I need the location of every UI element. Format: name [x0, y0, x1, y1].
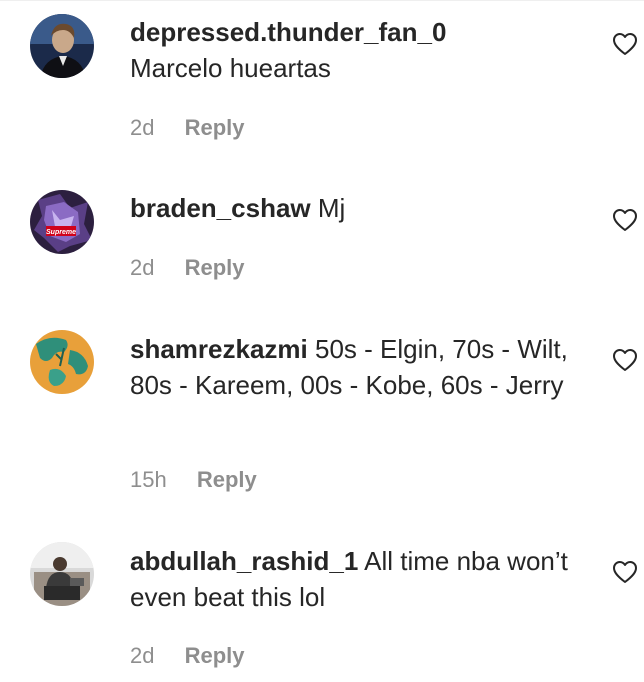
like-heart-icon[interactable]: [612, 208, 638, 232]
profile-photo-icon: [30, 542, 94, 606]
comment-username[interactable]: depressed.thunder_fan_0: [130, 17, 446, 47]
like-heart-icon[interactable]: [612, 32, 638, 56]
comment-timestamp[interactable]: 2d: [130, 255, 154, 280]
comment-username[interactable]: braden_cshaw: [130, 193, 311, 223]
like-heart-icon[interactable]: [612, 348, 638, 372]
comment-timestamp[interactable]: 2d: [130, 643, 154, 668]
top-divider: [0, 0, 644, 1]
profile-photo-icon: Supreme: [30, 190, 94, 254]
comment-timestamp[interactable]: 15h: [130, 467, 167, 492]
avatar[interactable]: [30, 542, 94, 606]
comment-body: Mj: [317, 193, 346, 223]
profile-photo-icon: [30, 14, 94, 78]
comment-text-block: braden_cshaw Mj: [130, 190, 570, 226]
reply-button[interactable]: Reply: [197, 467, 257, 492]
comment-timestamp[interactable]: 2d: [130, 115, 154, 140]
comment-text-block: shamrezkazmi 50s - Elgin, 70s - Wilt, 80…: [130, 331, 570, 403]
comment-meta: 2d Reply: [130, 114, 245, 142]
comment-username[interactable]: abdullah_rashid_1: [130, 546, 358, 576]
comment-meta: 15h Reply: [130, 466, 257, 494]
comment-username[interactable]: shamrezkazmi: [130, 334, 308, 364]
comment-body: Marcelo hueartas: [130, 53, 331, 83]
reply-button[interactable]: Reply: [185, 115, 245, 140]
comment-text-block: depressed.thunder_fan_0 Marcelo hueartas: [130, 14, 570, 86]
avatar[interactable]: [30, 330, 94, 394]
comment-meta: 2d Reply: [130, 254, 245, 282]
profile-photo-icon: [30, 330, 94, 394]
comment-text-block: abdullah_rashid_1 All time nba won’t eve…: [130, 543, 570, 615]
reply-button[interactable]: Reply: [185, 255, 245, 280]
avatar[interactable]: Supreme: [30, 190, 94, 254]
reply-button[interactable]: Reply: [185, 643, 245, 668]
avatar[interactable]: [30, 14, 94, 78]
like-heart-icon[interactable]: [612, 560, 638, 584]
comment-meta: 2d Reply: [130, 642, 245, 670]
avatar-badge-text: Supreme: [46, 229, 76, 236]
